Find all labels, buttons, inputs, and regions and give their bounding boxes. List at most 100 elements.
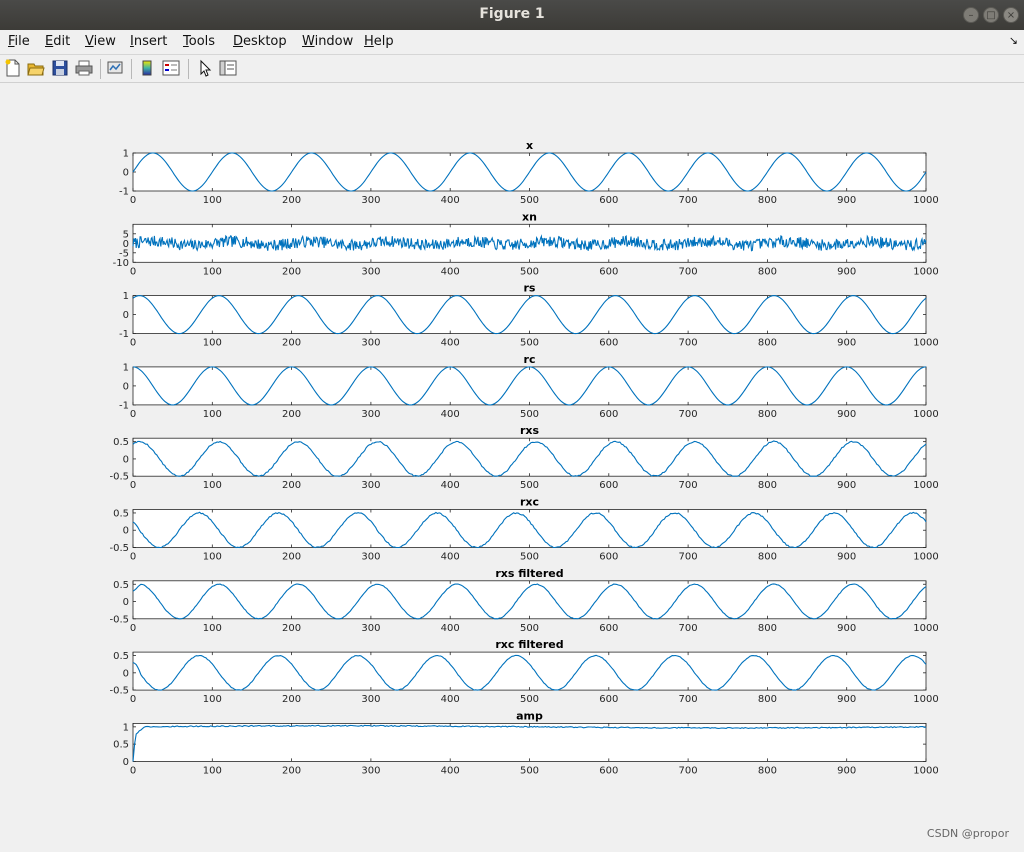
property-inspector-button[interactable] <box>219 59 239 79</box>
x-tick-label: 500 <box>520 623 539 634</box>
y-tick-label: 0.5 <box>113 740 129 751</box>
x-tick-label: 400 <box>441 765 460 776</box>
x-tick-label: 700 <box>679 338 698 349</box>
x-tick-label: 600 <box>599 552 618 563</box>
x-tick-label: 800 <box>758 694 777 705</box>
menu-edit[interactable]: Edit <box>45 34 70 49</box>
x-tick-label: 400 <box>441 266 460 277</box>
x-tick-label: 1000 <box>913 266 938 277</box>
y-tick-label: 0 <box>123 597 129 608</box>
x-tick-label: 700 <box>679 623 698 634</box>
x-tick-label: 900 <box>837 195 856 206</box>
y-tick-label: -10 <box>113 258 129 269</box>
toolbar-separator <box>100 59 101 79</box>
menu-tools[interactable]: Tools <box>183 34 215 49</box>
axes-title: rs <box>524 282 536 295</box>
watermark: CSDN @propor <box>926 827 1009 840</box>
x-tick-label: 0 <box>130 480 136 491</box>
new-figure-button[interactable] <box>4 59 24 79</box>
x-tick-label: 100 <box>203 623 222 634</box>
axes-title: amp <box>516 709 543 722</box>
window-titlebar: Figure 1 – □ × <box>0 0 1024 31</box>
menu-file[interactable]: File <box>8 34 30 49</box>
save-icon <box>52 60 68 76</box>
new-figure-icon <box>5 59 20 77</box>
x-tick-label: 900 <box>837 338 856 349</box>
y-tick-label: -0.5 <box>109 543 129 554</box>
x-tick-label: 400 <box>441 195 460 206</box>
x-tick-label: 100 <box>203 409 222 420</box>
x-tick-label: 200 <box>282 409 301 420</box>
x-tick-label: 200 <box>282 694 301 705</box>
x-tick-label: 300 <box>361 765 380 776</box>
subplot-rxs-filtered: rxs filtered 0 100 200 300 400 500 600 700 800 900… <box>109 567 938 634</box>
colorbar-icon <box>142 60 152 76</box>
x-tick-label: 100 <box>203 266 222 277</box>
maximize-icon: □ <box>986 9 996 21</box>
y-tick-label: 0.5 <box>113 580 129 591</box>
minimize-button[interactable]: – <box>963 7 979 23</box>
close-button[interactable]: × <box>1003 7 1019 23</box>
x-tick-label: 800 <box>758 338 777 349</box>
x-tick-label: 500 <box>520 195 539 206</box>
x-tick-label: 300 <box>361 480 380 491</box>
x-tick-label: 200 <box>282 195 301 206</box>
save-button[interactable] <box>51 59 71 79</box>
x-tick-label: 0 <box>130 552 136 563</box>
edit-plot-button[interactable] <box>196 59 216 79</box>
legend-icon <box>162 60 180 76</box>
x-tick-label: 400 <box>441 552 460 563</box>
print-icon <box>75 60 93 76</box>
minimize-icon: – <box>968 9 974 21</box>
y-tick-label: 0.5 <box>113 437 129 448</box>
subplot-rc: rc0 100 200 300 400 500 600 700 800 900 100010-1 <box>119 353 939 420</box>
x-tick-label: 600 <box>599 409 618 420</box>
menu-desktop[interactable]: Desktop <box>233 34 287 49</box>
x-tick-label: 400 <box>441 623 460 634</box>
menu-view[interactable]: View <box>85 34 116 49</box>
x-tick-label: 400 <box>441 694 460 705</box>
x-tick-label: 500 <box>520 552 539 563</box>
y-tick-label: -1 <box>119 187 129 198</box>
x-tick-label: 100 <box>203 195 222 206</box>
axes-title: rxc <box>520 496 539 509</box>
x-tick-label: 100 <box>203 338 222 349</box>
x-tick-label: 200 <box>282 623 301 634</box>
x-tick-label: 200 <box>282 338 301 349</box>
axes-box <box>132 366 927 406</box>
link-plot-button[interactable] <box>106 59 126 79</box>
x-tick-label: 500 <box>520 694 539 705</box>
x-tick-label: 1000 <box>913 552 938 563</box>
open-file-icon <box>27 63 45 76</box>
open-file-button[interactable] <box>27 59 47 79</box>
menu-help[interactable]: Help <box>364 34 394 49</box>
x-tick-label: 1000 <box>913 480 938 491</box>
subplot-rxc: rxc0 100 200 300 400 500 600 700 800 900 10000.50-… <box>109 496 938 563</box>
x-tick-label: 1000 <box>913 338 938 349</box>
subplot-rs: rs0 100 200 300 400 500 600 700 800 900 100010-1 <box>119 282 939 349</box>
x-tick-label: 0 <box>130 694 136 705</box>
y-tick-label: 0.5 <box>113 651 129 662</box>
print-button[interactable] <box>75 59 95 79</box>
link-plot-icon <box>107 61 123 74</box>
x-tick-label: 0 <box>130 409 136 420</box>
x-tick-label: 300 <box>361 409 380 420</box>
x-tick-label: 400 <box>441 480 460 491</box>
maximize-button[interactable]: □ <box>983 7 999 23</box>
insert-legend-button[interactable] <box>162 59 182 79</box>
menu-window[interactable]: Window <box>302 34 353 49</box>
insert-colorbar-button[interactable] <box>138 59 158 79</box>
x-tick-label: 300 <box>361 694 380 705</box>
x-tick-label: 1000 <box>913 765 938 776</box>
x-tick-label: 1000 <box>913 195 938 206</box>
x-tick-label: 500 <box>520 338 539 349</box>
toolbar-separator <box>188 59 189 79</box>
x-tick-label: 200 <box>282 765 301 776</box>
x-tick-label: 100 <box>203 552 222 563</box>
menu-insert[interactable]: Insert <box>130 34 167 49</box>
x-tick-label: 700 <box>679 694 698 705</box>
y-tick-label: 0 <box>123 526 129 537</box>
x-tick-label: 900 <box>837 623 856 634</box>
subplot-rxs: rxs0 100 200 300 400 500 600 700 800 900 10000.50-… <box>109 424 938 491</box>
toolbar-dock-arrow-icon[interactable]: ↘ <box>1009 34 1018 47</box>
